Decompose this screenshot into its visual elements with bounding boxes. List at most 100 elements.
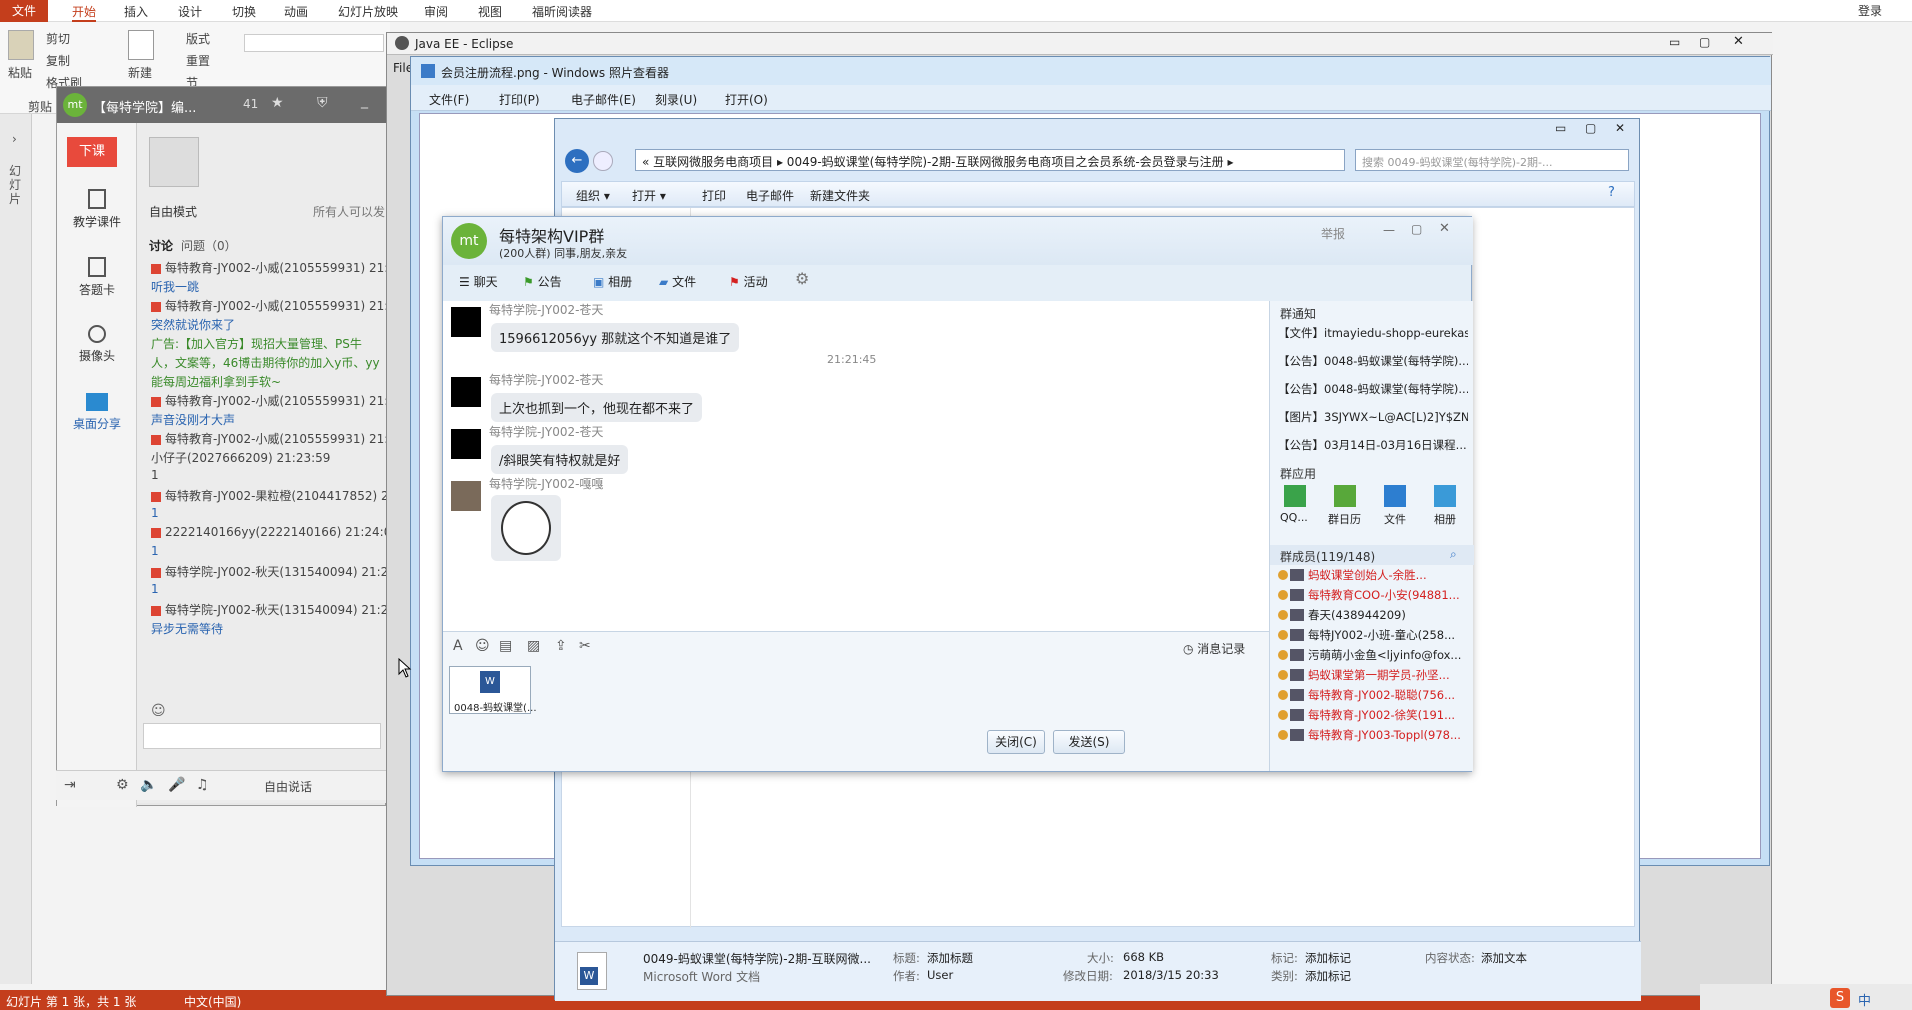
ppt-tab-home[interactable]: 开始 [72,3,97,22]
open-button[interactable]: 打开 ▾ [632,187,666,204]
tab-questions[interactable]: 问题（0） [181,237,237,254]
member-row[interactable]: 蚂蚁课堂第一期学员-孙坚... [1278,667,1463,683]
shield-icon[interactable]: ⛨ [317,95,328,111]
tab-discuss[interactable]: 讨论 [149,237,173,254]
qq-minimize-icon[interactable]: — [1383,223,1395,237]
slide-panel-label[interactable]: 幻灯片 [9,164,23,206]
tab-activity[interactable]: ⚑ 活动 [729,273,768,290]
qq-close-icon[interactable]: ✕ [1439,221,1450,236]
gift-icon[interactable]: ▤ [499,638,512,654]
image-icon[interactable]: ▨ [527,638,540,654]
photo-menu-burn[interactable]: 刻录(U) [655,91,697,108]
ppt-file-tab[interactable]: 文件 [0,0,48,22]
forward-arrow-icon[interactable] [593,151,613,171]
member-row[interactable]: 每特教育COO-小安(94881... [1278,587,1463,603]
avatar[interactable] [451,481,481,511]
eclipse-close-icon[interactable]: ✕ [1733,34,1744,49]
settings-gear-icon[interactable]: ⚙ [795,269,809,288]
organize-button[interactable]: 组织 ▾ [576,187,610,204]
ppt-login[interactable]: 登录 [1858,2,1882,19]
copy-button[interactable]: 复制 [46,52,70,69]
discussion-input[interactable] [143,723,381,749]
cut-button[interactable]: 剪切 [46,30,70,47]
minimize-icon[interactable]: _ [361,93,368,109]
tab-files[interactable]: ▰ 文件 [659,273,696,290]
mic-icon[interactable]: 🎤 [168,777,185,793]
notice-item[interactable]: 【公告】0048-蚂蚁课堂(每特学院)... [1278,381,1468,397]
calendar-icon[interactable] [1334,485,1356,507]
photo-menu-open[interactable]: 打开(O) [725,91,768,108]
tab-notice[interactable]: ⚑ 公告 [523,273,562,290]
member-row[interactable]: 污萌萌小金鱼<ljyinfo@fox... [1278,647,1463,663]
new-folder-button[interactable]: 新建文件夹 [810,187,870,204]
search-input[interactable]: 搜索 0049-蚂蚁课堂(每特学院)-2期-... [1355,149,1629,171]
ppt-tab-slideshow[interactable]: 幻灯片放映 [338,3,398,20]
answer-card-item[interactable]: 答题卡 [57,257,137,298]
settings-icon[interactable]: ⚙ [116,777,129,793]
tab-album[interactable]: ▣ 相册 [593,273,632,290]
notice-item[interactable]: 【公告】03月14日-03月16日课程... [1278,437,1468,453]
detail-author-value[interactable]: User [927,968,953,982]
history-button[interactable]: ◷ 消息记录 [1183,640,1245,657]
qq-maximize-icon[interactable]: ▢ [1411,222,1422,236]
app-files-label[interactable]: 文件 [1384,511,1406,527]
email-button[interactable]: 电子邮件 [746,187,794,204]
eclipse-maximize-icon[interactable]: ▢ [1699,35,1710,49]
avatar[interactable] [451,377,481,407]
album-icon[interactable] [1434,485,1456,507]
group-logo-icon[interactable]: mt [451,223,487,259]
ppt-tab-insert[interactable]: 插入 [124,3,148,20]
reset-button[interactable]: 重置 [186,52,210,69]
explorer-maximize-icon[interactable]: ▢ [1585,121,1596,135]
desktop-share-item[interactable]: 桌面分享 [57,393,137,432]
scissors-icon[interactable]: ✂ [579,638,591,654]
ppt-tab-foxit[interactable]: 福昕阅读器 [532,3,592,20]
exit-icon[interactable]: ⇥ [64,777,76,793]
font-name-box[interactable] [244,34,384,52]
notice-item[interactable]: 【文件】itmayiedu-shopp-eurekaser... [1278,325,1468,341]
address-bar[interactable]: « 互联网微服务电商项目 ▸ 0049-蚂蚁课堂(每特学院)-2期-互联网微服务… [635,149,1345,171]
camera-item[interactable]: 摄像头 [57,325,137,364]
explorer-close-icon[interactable]: ✕ [1615,121,1625,135]
eclipse-minimize-icon[interactable]: ▭ [1669,35,1680,49]
ppt-tab-animations[interactable]: 动画 [284,3,308,20]
free-talk-label[interactable]: 自由说话 [264,778,312,795]
member-row[interactable]: 每特教育-JY002-徐笑(191... [1278,707,1463,723]
member-row[interactable]: 每特教育-JY002-聪聪(756... [1278,687,1463,703]
notice-item[interactable]: 【公告】0048-蚂蚁课堂(每特学院)... [1278,353,1468,369]
sticker-image[interactable] [491,495,561,561]
close-button[interactable]: 关闭(C) [987,730,1045,754]
app-album-label[interactable]: 相册 [1434,511,1456,527]
member-row[interactable]: 春天(438944209) [1278,607,1463,623]
ppt-tab-transitions[interactable]: 切换 [232,3,256,20]
new-slide-button[interactable]: 新建 [128,64,152,81]
photo-menu-email[interactable]: 电子邮件(E) [571,91,636,108]
emoji-icon[interactable]: ☺ [475,638,490,654]
app-calendar-label[interactable]: 群日历 [1328,511,1361,527]
mode-select[interactable]: 自由模式 [149,203,197,220]
ppt-tab-review[interactable]: 审阅 [424,3,448,20]
ppt-tab-view[interactable]: 视图 [478,3,502,20]
member-row[interactable]: 每特JY002-小班-童心(258... [1278,627,1463,643]
end-class-button[interactable]: 下课 [67,137,117,167]
search-icon[interactable]: ⌕ [1450,547,1457,562]
member-row[interactable]: 每特教育-JY003-Toppl(978... [1278,727,1463,743]
member-row[interactable]: 蚂蚁课堂创始人-余胜... [1278,567,1463,583]
photo-menu-print[interactable]: 打印(P) [499,91,540,108]
notice-item[interactable]: 【图片】3SJYWX~L@AC[L)2]Y$ZN7... [1278,409,1468,425]
help-icon[interactable]: ? [1608,185,1615,200]
ppt-tab-design[interactable]: 设计 [178,3,202,20]
upload-icon[interactable]: ⇪ [555,638,567,654]
detail-category-value[interactable]: 添加标记 [1305,968,1351,984]
file-icon[interactable] [1384,485,1406,507]
app-qq-label[interactable]: QQ... [1280,511,1308,524]
ime-mode[interactable]: 中 [1858,990,1871,1009]
photo-menu-file[interactable]: 文件(F) [429,91,469,108]
speaker-icon[interactable]: 🔈 [140,777,157,793]
explorer-minimize-icon[interactable]: ▭ [1555,121,1566,135]
tab-chat[interactable]: ☰ 聊天 [459,273,498,290]
print-button[interactable]: 打印 [702,187,726,204]
paste-button[interactable]: 粘贴 [8,64,32,81]
report-link[interactable]: 举报 [1321,225,1345,242]
detail-content-status-value[interactable]: 添加文本 [1481,950,1527,966]
